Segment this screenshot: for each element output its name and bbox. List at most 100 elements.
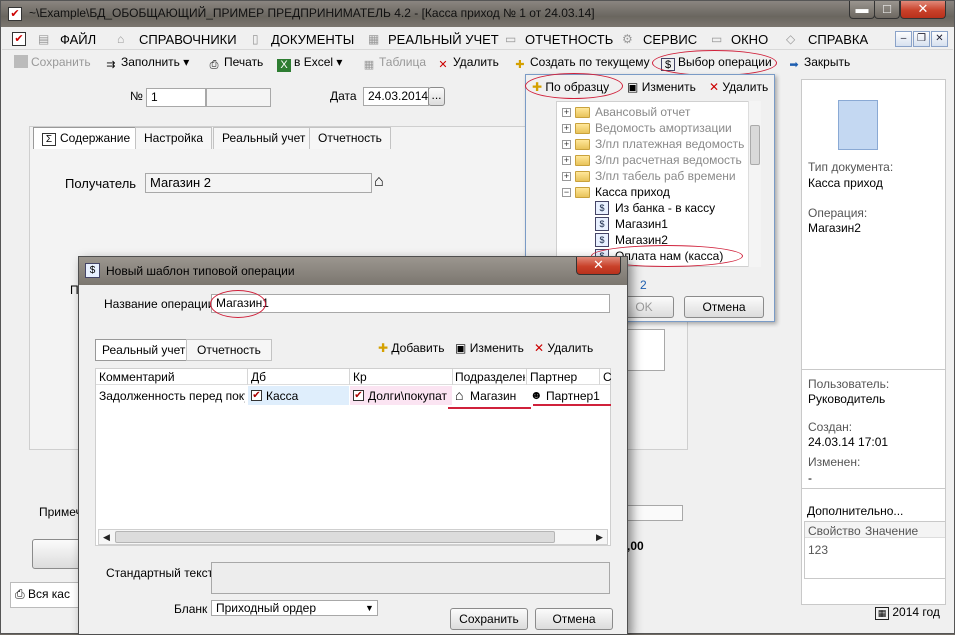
tree-item[interactable]: + З/пл расчетная ведомость: [557, 152, 757, 168]
select-operation-button[interactable]: $ Выбор операции: [661, 55, 772, 71]
scroll-right-icon[interactable]: ▶: [592, 530, 607, 544]
grid-add-button[interactable]: ✚ Добавить: [378, 341, 444, 355]
menu-documents[interactable]: ДОКУМЕНТЫ: [271, 32, 354, 47]
expand-icon[interactable]: +: [562, 140, 571, 149]
recipient-field[interactable]: Магазин 2: [145, 173, 372, 193]
tree-item[interactable]: − Касса приход: [557, 184, 757, 200]
dialog-cancel-button[interactable]: Отмена: [535, 608, 613, 630]
menu-directories[interactable]: СПРАВОЧНИКИ: [139, 32, 237, 47]
tree-scroll-thumb[interactable]: [750, 125, 760, 165]
expand-icon[interactable]: +: [562, 124, 571, 133]
cell-partner: Партнер1: [546, 389, 600, 403]
mdi-close-button[interactable]: ✕: [931, 31, 948, 47]
chevron-down-icon[interactable]: ▼: [363, 602, 376, 614]
dialog-tab-real-accounting[interactable]: Реальный учет: [95, 339, 193, 361]
entries-grid[interactable]: Комментарий Дб Кр Подразделен Партнер С …: [95, 368, 611, 546]
number-field[interactable]: 1: [146, 88, 206, 107]
dialog-save-button[interactable]: Сохранить: [450, 608, 528, 630]
report-icon: ▭: [505, 32, 517, 46]
close-doc-button[interactable]: ➡ Закрыть: [787, 55, 850, 72]
delete-op-button[interactable]: ✕ Удалить: [709, 80, 768, 94]
tree-scrollbar[interactable]: [748, 101, 761, 267]
collapse-icon[interactable]: −: [562, 188, 571, 197]
delete-button[interactable]: ✕ Удалить: [436, 55, 498, 72]
col-comment[interactable]: Комментарий: [99, 370, 244, 384]
grid-hscrollbar[interactable]: ◀ ▶: [98, 529, 608, 545]
create-by-current-button[interactable]: ✚ Создать по текущему: [513, 55, 649, 72]
tree-item[interactable]: $ Магазин2: [557, 232, 757, 248]
save-button[interactable]: Сохранить: [14, 55, 91, 69]
maximize-button[interactable]: □: [874, 1, 900, 19]
dialog-close-button[interactable]: ✕: [576, 257, 621, 275]
grid-scroll-thumb[interactable]: [115, 531, 555, 543]
menu-real-accounting[interactable]: РЕАЛЬНЫЙ УЧЕТ: [388, 32, 499, 47]
side-box[interactable]: [623, 329, 665, 371]
dialog-tab-reports[interactable]: Отчетность: [186, 339, 272, 361]
col-partner[interactable]: Партнер: [530, 370, 598, 384]
partial-button[interactable]: [32, 539, 82, 569]
print-button[interactable]: ⎙ Печать: [207, 55, 264, 72]
close-window-button[interactable]: ✕: [900, 1, 946, 19]
menu-file[interactable]: ФАЙЛ: [60, 32, 96, 47]
tree-item[interactable]: $ Магазин1: [557, 216, 757, 232]
menu-service[interactable]: СЕРВИС: [643, 32, 697, 47]
tree-item[interactable]: + З/пл табель раб времени: [557, 168, 757, 184]
menu-window[interactable]: ОКНО: [731, 32, 768, 47]
tab-reports[interactable]: Отчетность: [309, 127, 391, 149]
by-template-button[interactable]: ✚ По образцу: [532, 80, 609, 94]
number-suffix-field[interactable]: [206, 88, 271, 107]
mdi-minimize-button[interactable]: –: [895, 31, 912, 47]
dialog-title-bar: $ Новый шаблон типовой операции ✕: [79, 257, 627, 285]
properties-grid[interactable]: Свойство Значение 123: [804, 521, 946, 579]
menu-help[interactable]: СПРАВКА: [808, 32, 868, 47]
std-text-field[interactable]: [211, 562, 610, 594]
date-picker-button[interactable]: ...: [428, 87, 445, 106]
year-status[interactable]: ▦ 2014 год: [875, 605, 940, 620]
col-department[interactable]: Подразделен: [455, 370, 525, 384]
col-extra[interactable]: С: [603, 370, 611, 384]
scroll-left-icon[interactable]: ◀: [99, 530, 114, 544]
col-debit[interactable]: Дб: [251, 370, 346, 384]
tree-item-label: Касса приход: [595, 185, 670, 199]
popup-cancel-button[interactable]: Отмена: [684, 296, 764, 318]
cell-credit[interactable]: ✔ Долги\покупат: [350, 386, 452, 405]
operation-icon: $: [595, 201, 609, 215]
table-button[interactable]: ▦ Таблица: [362, 55, 426, 72]
credit-check-icon[interactable]: ✔: [353, 390, 364, 401]
tree-item[interactable]: + З/пл платежная ведомость: [557, 136, 757, 152]
excel-button[interactable]: Xв Excel ▾: [277, 55, 342, 72]
menu-reports[interactable]: ОТЧЕТНОСТЬ: [525, 32, 613, 47]
fill-dropdown-icon[interactable]: ▾: [183, 55, 189, 69]
tab-content[interactable]: Σ Содержание: [33, 127, 140, 149]
tree-item[interactable]: + Авансовый отчет: [557, 104, 757, 120]
tab-real-accounting[interactable]: Реальный учет: [213, 127, 315, 149]
note-field[interactable]: [623, 505, 683, 521]
fill-button[interactable]: ⇉ Заполнить ▾: [104, 55, 189, 72]
all-cash-tab[interactable]: ⎙ Вся кас: [10, 582, 80, 608]
more-label[interactable]: Дополнительно...: [807, 504, 903, 518]
date-field[interactable]: 24.03.2014: [363, 87, 429, 106]
grid-delete-button[interactable]: ✕ Удалить: [534, 341, 593, 355]
table-row[interactable]: Задолженность перед поку ✔ Касса ✔ Долги…: [96, 386, 610, 406]
tree-item[interactable]: + Ведомость амортизации: [557, 120, 757, 136]
tab-settings[interactable]: Настройка: [135, 127, 213, 149]
excel-dropdown-icon[interactable]: ▾: [336, 55, 342, 69]
cell-debit[interactable]: ✔ Касса: [248, 386, 349, 405]
blank-select[interactable]: Приходный ордер: [211, 600, 378, 616]
recipient-home-icon[interactable]: ⌂: [374, 173, 384, 191]
mdi-restore-button[interactable]: ❐: [913, 31, 930, 47]
tree-item[interactable]: $ Из банка - в кассу: [557, 200, 757, 216]
expand-icon[interactable]: +: [562, 108, 571, 117]
expand-icon[interactable]: +: [562, 156, 571, 165]
edit-op-button[interactable]: ▣ Изменить: [627, 80, 696, 94]
app-check-icon[interactable]: ✔: [8, 7, 22, 21]
col-credit[interactable]: Кр: [353, 370, 448, 384]
operations-tree[interactable]: + Авансовый отчет + Ведомость амортизации + З…: [556, 101, 761, 267]
window-title: ~\Example\БД_ОБОБЩАЮЩИЙ_ПРИМЕР ПРЕДПРИНИ…: [29, 6, 595, 20]
debit-check-icon[interactable]: ✔: [251, 390, 262, 401]
prop-value-cell: 123: [808, 543, 829, 557]
expand-icon[interactable]: +: [562, 172, 571, 181]
minimize-button[interactable]: ▬: [849, 1, 875, 19]
grid-edit-button[interactable]: ▣ Изменить: [455, 341, 524, 355]
op-name-field[interactable]: Магазин1: [211, 294, 610, 313]
